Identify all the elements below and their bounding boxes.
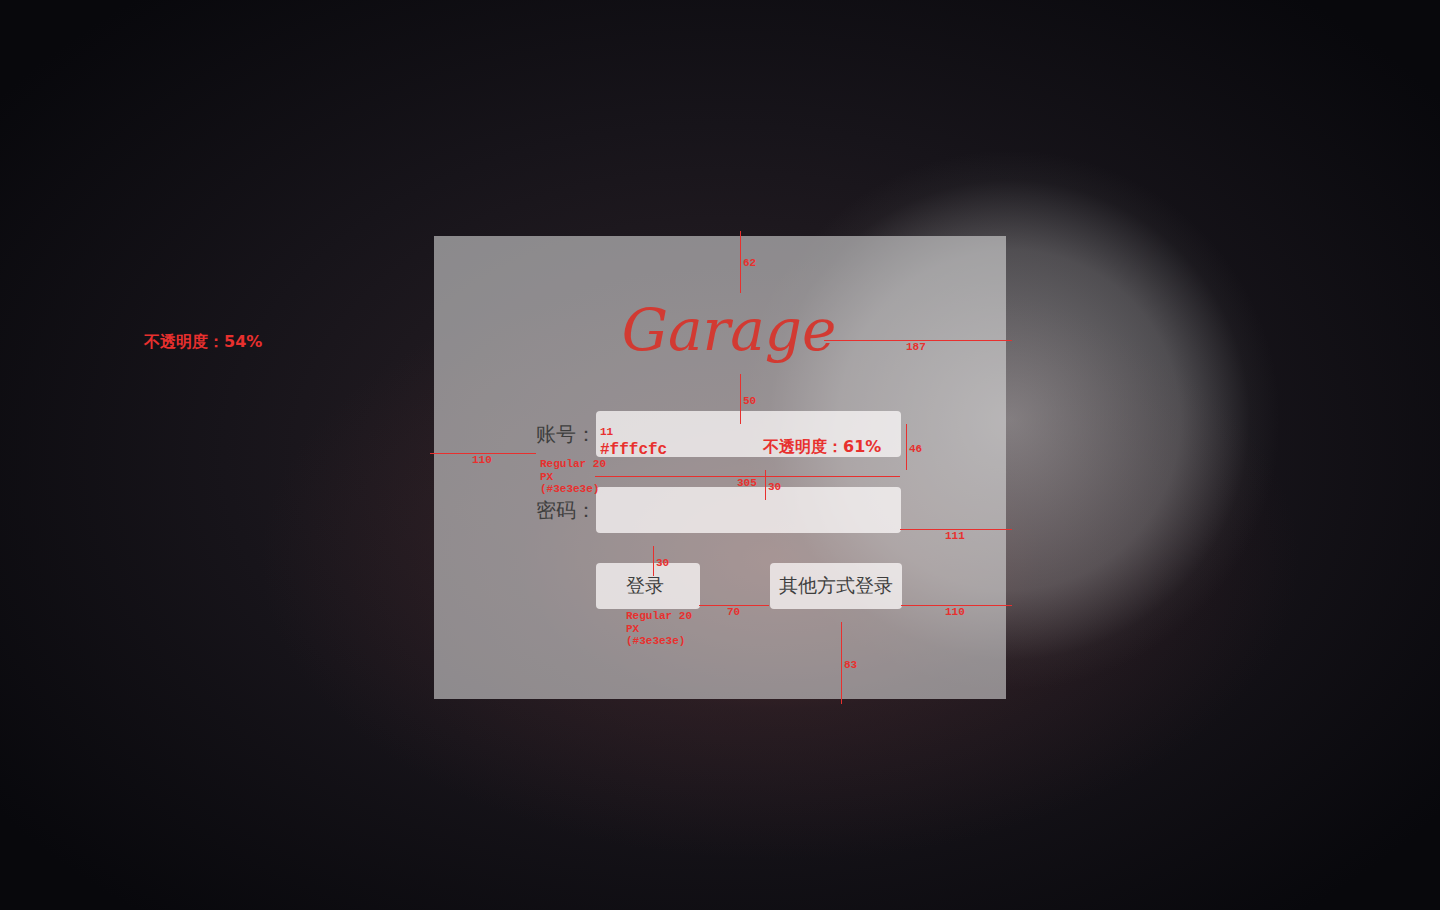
measure-note: 70 (727, 606, 740, 619)
button-row: 登录 其他方式登录 (596, 563, 902, 609)
measure-note: Regular 20 PX (#3e3e3e) (626, 610, 700, 648)
login-panel: Garage 账号： 密码： 登录 其他方式登录 (434, 236, 1006, 699)
measure-note: 62 (743, 257, 756, 270)
garage-logo: Garage (536, 294, 904, 367)
measure-note: 110 (945, 606, 965, 619)
measure-line (765, 470, 766, 500)
measure-line (740, 231, 741, 293)
measure-note: 不透明度：61% (763, 438, 881, 456)
measure-line (430, 453, 536, 454)
measure-note: 111 (945, 530, 965, 543)
measure-line (841, 622, 842, 704)
measure-line (699, 605, 769, 606)
measure-note: 30 (768, 481, 781, 494)
measure-line (906, 424, 907, 470)
measure-line (595, 476, 900, 477)
measure-note: 11 (600, 426, 613, 439)
measure-line (740, 374, 741, 424)
measure-note: 110 (472, 454, 492, 467)
measure-note: 83 (844, 659, 857, 672)
measure-note: 50 (743, 395, 756, 408)
account-label: 账号： (536, 422, 596, 446)
measure-note: 30 (656, 557, 669, 570)
measure-note: 187 (906, 341, 926, 354)
measure-line (824, 340, 1012, 341)
login-button[interactable]: 登录 (596, 563, 700, 609)
measure-note: #fffcfc (600, 441, 667, 459)
other-login-button[interactable]: 其他方式登录 (770, 563, 902, 609)
measure-note: 305 (737, 477, 757, 490)
password-label: 密码： (536, 498, 596, 522)
measure-line (653, 546, 654, 576)
measure-note: 不透明度：54% (144, 333, 262, 351)
password-input[interactable] (596, 487, 901, 533)
measure-line (900, 529, 1012, 530)
measure-line (901, 605, 1012, 606)
measure-note: 46 (909, 443, 922, 456)
